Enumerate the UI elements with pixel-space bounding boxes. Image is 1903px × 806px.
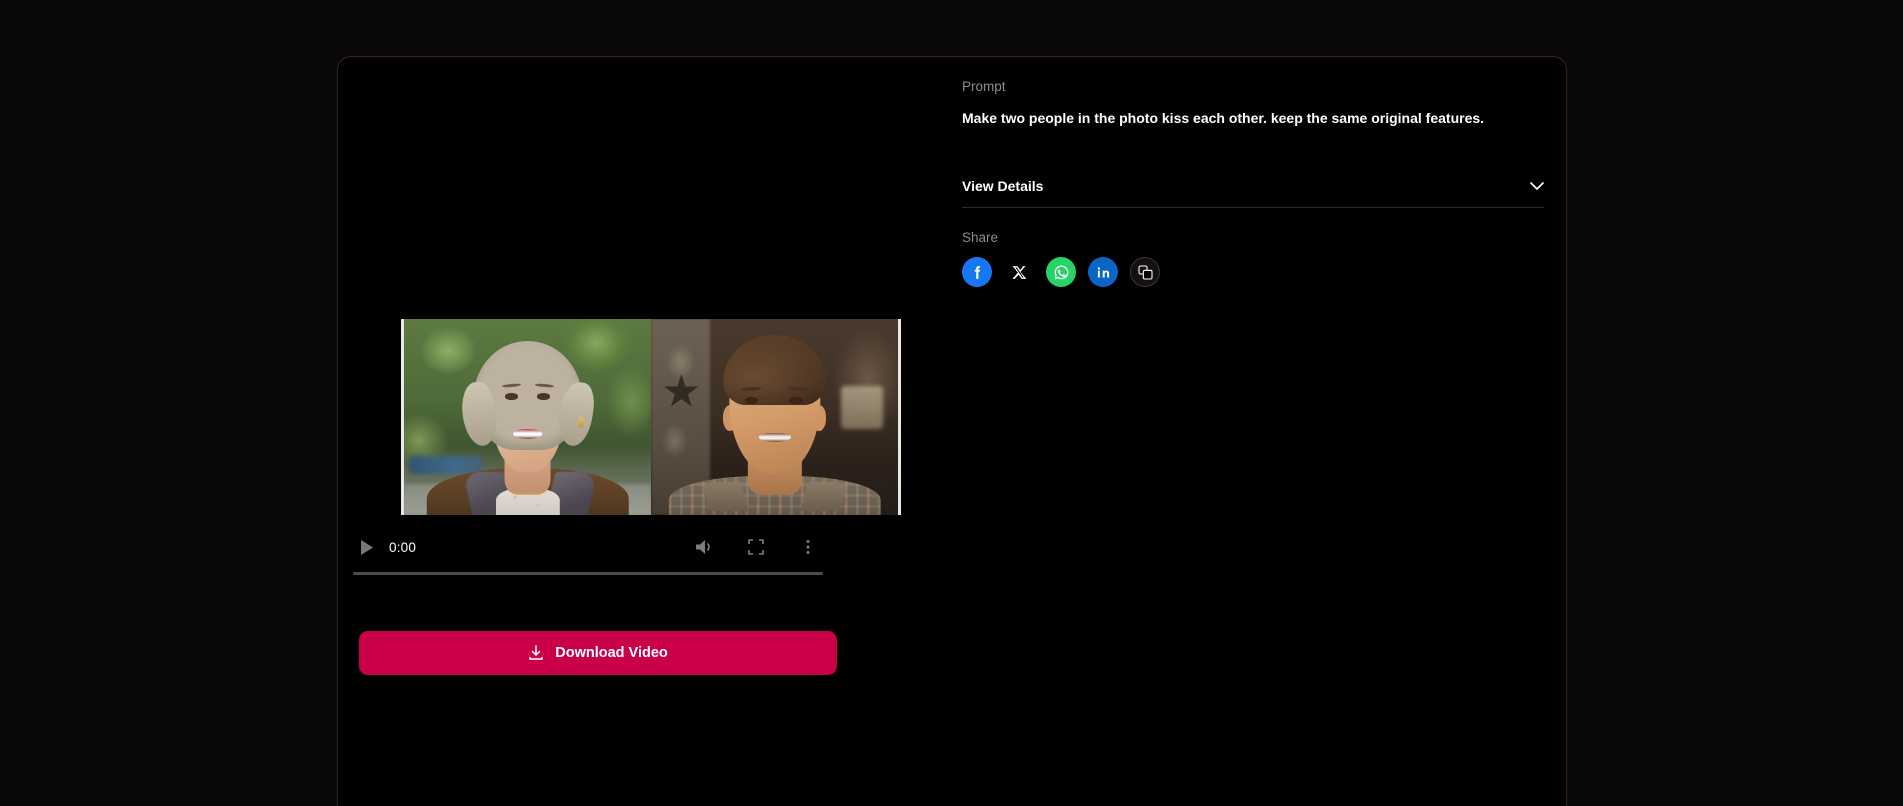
fullscreen-icon [748,539,764,555]
download-icon [529,645,543,660]
boy-collar-right [800,481,848,512]
share-label: Share [962,230,999,246]
video-player-column: 0:00 Download Video [338,57,938,806]
share-x-button[interactable] [1004,257,1034,287]
play-icon [360,539,373,555]
view-details-label: View Details [962,178,1044,195]
details-column: Prompt Make two people in the photo kiss… [938,57,1566,806]
view-details-toggle[interactable]: View Details [962,165,1544,209]
background-jar [841,385,884,429]
video-right-half [651,319,898,515]
whatsapp-icon [1054,265,1068,280]
video-element[interactable] [401,319,901,515]
current-time-label: 0:00 [389,539,417,555]
woman-portrait [404,319,651,515]
video-controls-right [691,534,821,560]
copy-icon [1137,265,1153,280]
x-twitter-icon [1011,265,1026,279]
share-copy-link-button[interactable] [1130,257,1160,288]
boy-collar-left [701,481,749,512]
boy-portrait [651,319,898,515]
boy-hair [722,334,827,406]
video-controls-row: 0:00 [353,527,823,567]
facebook-icon [974,265,980,279]
volume-button[interactable] [691,534,717,560]
woman-eye-left [505,393,518,400]
video-controls: 0:00 [338,527,938,589]
woman-necklace [506,484,549,496]
linkedin-icon [1097,267,1109,278]
more-options-button[interactable] [795,534,821,560]
share-linkedin-button[interactable] [1088,257,1118,288]
play-button[interactable] [353,534,379,560]
chevron-down-icon [1530,181,1544,190]
prompt-text: Make two people in the photo kiss each o… [962,110,1485,126]
seek-bar[interactable] [353,572,823,575]
woman-eye-right [537,393,550,400]
more-vertical-icon [806,540,810,554]
share-buttons [962,257,1544,288]
woman-earring [577,417,585,428]
video-left-half [404,319,651,515]
share-whatsapp-button[interactable] [1046,257,1076,288]
volume-icon [696,540,710,554]
page-root: 0:00 Download Video Prompt Make two peop… [0,0,1903,806]
share-facebook-button[interactable] [962,257,992,288]
result-card: 0:00 Download Video Prompt Make two peop… [337,56,1567,806]
fullscreen-button[interactable] [743,534,769,560]
download-video-button[interactable]: Download Video [359,631,837,675]
download-video-label: Download Video [555,645,668,661]
boy-smile [758,432,791,443]
prompt-label: Prompt [962,79,1006,94]
video-stage [401,319,901,519]
woman-smile [512,428,543,440]
